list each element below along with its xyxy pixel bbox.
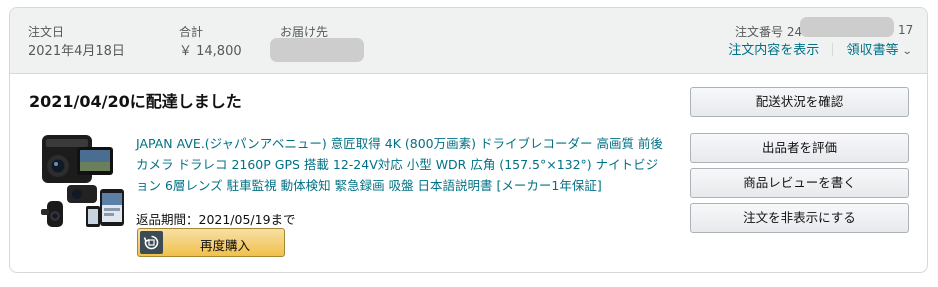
buy-again-button[interactable]: 再度購入	[137, 228, 285, 257]
hide-order-button[interactable]: 注文を非表示にする	[690, 203, 909, 233]
order-number-label: 注文番号 24	[735, 25, 803, 39]
receipt-link-label: 領収書等	[846, 43, 899, 58]
order-header: 注文日 2021年4月18日 合計 ￥ 14,800 お届け先 注文番号 24 …	[10, 8, 927, 74]
product-image[interactable]	[39, 133, 129, 228]
receipt-link[interactable]: 領収書等 ⌄	[846, 43, 913, 58]
product-title-link[interactable]: JAPAN AVE.(ジャパンアベニュー) 意匠取得 4K (800万画素) ド…	[136, 133, 664, 196]
chevron-down-icon: ⌄	[901, 46, 913, 57]
buy-again-label: 再度購入	[199, 238, 250, 253]
seller-feedback-button[interactable]: 出品者を評価	[690, 133, 909, 163]
redacted-order-number	[800, 17, 894, 37]
order-number-suffix: 17	[898, 23, 914, 37]
order-card: 注文日 2021年4月18日 合計 ￥ 14,800 お届け先 注文番号 24 …	[9, 7, 928, 273]
delivery-status: 2021/04/20に配達しました	[29, 92, 242, 111]
order-date-label: 注文日	[28, 25, 65, 39]
view-order-details-link[interactable]: 注文内容を表示	[728, 43, 819, 58]
buy-again-icon	[140, 231, 163, 254]
order-date: 2021年4月18日	[28, 44, 125, 59]
order-header-links: 注文内容を表示 領収書等 ⌄	[728, 39, 913, 58]
redacted-recipient-name[interactable]	[270, 38, 364, 62]
track-package-button[interactable]: 配送状況を確認	[690, 87, 909, 117]
return-window: 返品期間：2021/05/19まで	[136, 212, 296, 227]
order-total-label: 合計	[179, 25, 204, 39]
link-divider	[832, 43, 834, 56]
write-review-button[interactable]: 商品レビューを書く	[690, 168, 909, 198]
order-total: ￥ 14,800	[179, 44, 242, 59]
